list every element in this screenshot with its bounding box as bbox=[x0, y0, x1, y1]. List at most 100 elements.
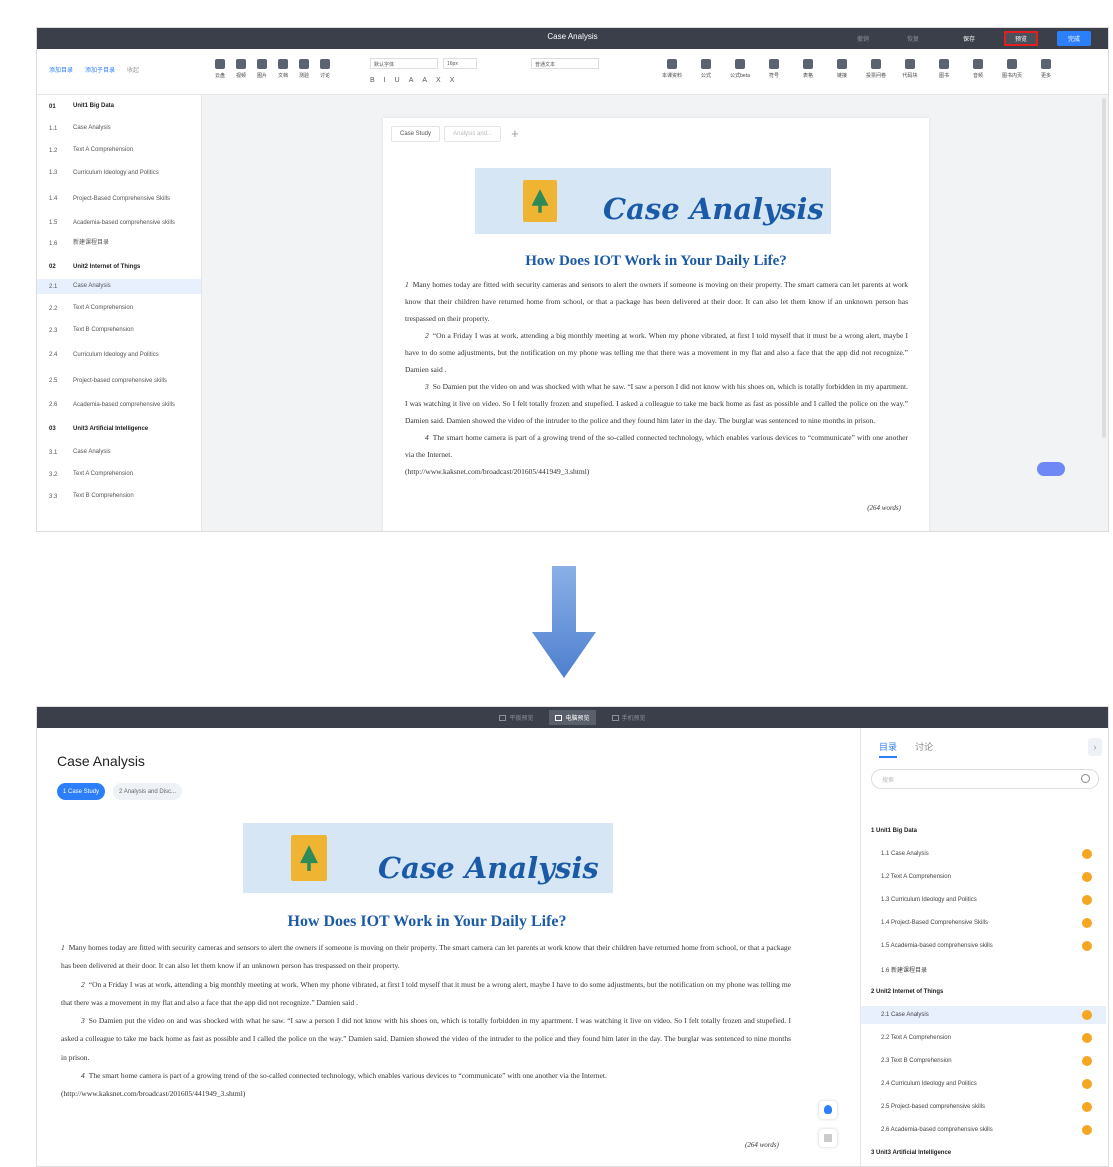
content-tab-case-study[interactable]: Case Study bbox=[391, 126, 441, 142]
rich-tool-button-7[interactable]: 代码块 bbox=[895, 59, 925, 79]
preview-toc-label: 1.5 Academia-based comprehensive skills bbox=[881, 943, 993, 949]
toc-item-2-3[interactable]: 2.3 Text B Comprehension bbox=[37, 323, 201, 338]
assistant-button[interactable] bbox=[1037, 462, 1065, 476]
paragraph-style-select[interactable]: 普通文本 bbox=[531, 58, 599, 69]
collapse-button[interactable]: 收起 bbox=[127, 65, 139, 74]
collapse-panel-icon[interactable]: › bbox=[1088, 738, 1102, 756]
rich-tool-button-8[interactable]: 图书 bbox=[929, 59, 959, 79]
toc-item-3-1[interactable]: 3.1 Case Analysis bbox=[37, 445, 201, 460]
preview-toc-item-13[interactable]: 2.6 Academia-based comprehensive skills bbox=[861, 1121, 1106, 1139]
tool-button-4[interactable]: 测验 bbox=[293, 59, 315, 79]
desktop-preview-tab[interactable]: 电脑预览 bbox=[549, 710, 596, 725]
section-tab-case-study[interactable]: 1 Case Study bbox=[57, 783, 106, 800]
redo-button[interactable]: 恢复 bbox=[899, 31, 927, 46]
preview-toc-item-11[interactable]: 2.4 Curriculum Ideology and Politics bbox=[861, 1075, 1106, 1093]
preview-toc-item-12[interactable]: 2.5 Project-based comprehensive skills bbox=[861, 1098, 1106, 1116]
done-button[interactable]: 完成 bbox=[1057, 31, 1091, 46]
preview-toc-item-1[interactable]: 1.1 Case Analysis bbox=[861, 845, 1106, 863]
article-body: 1 Many homes today are fitted with securi… bbox=[405, 276, 908, 480]
rich-tool-icon-0 bbox=[667, 59, 677, 69]
format-button-1[interactable]: I bbox=[384, 77, 386, 84]
toc-item-2-2[interactable]: 2.2 Text A Comprehension bbox=[37, 301, 201, 316]
tool-button-5[interactable]: 讨论 bbox=[314, 59, 336, 79]
rich-tool-button-10[interactable]: 图书内页 bbox=[997, 59, 1027, 79]
save-button[interactable]: 保存 bbox=[955, 31, 983, 46]
toc-item-1-3[interactable]: 1.3 Curriculum Ideology and Politics bbox=[37, 163, 201, 183]
toc-item-1-2[interactable]: 1.2 Text A Comprehension bbox=[37, 143, 201, 158]
toc-item-1-5[interactable]: 1.5 Academia-based comprehensive skills bbox=[37, 213, 201, 233]
status-dot-icon bbox=[1082, 1033, 1092, 1043]
rich-tool-label-7: 代码块 bbox=[902, 73, 918, 79]
toc-item-2-6[interactable]: 2.6 Academia-based comprehensive skills bbox=[37, 395, 201, 415]
toc-item-2-5[interactable]: 2.5 Project-based comprehensive skills bbox=[37, 371, 201, 391]
tool-icon-5 bbox=[320, 59, 330, 69]
toc-item-2-1[interactable]: 2.1 Case Analysis bbox=[37, 279, 201, 294]
editor-paragraph-text: The smart home camera is part of a growi… bbox=[405, 433, 908, 459]
toc-item-label: Project-based comprehensive skills bbox=[73, 377, 168, 384]
toc-item-1-1[interactable]: 1.1 Case Analysis bbox=[37, 121, 201, 136]
preview-toc-item-6[interactable]: 1.6 新建课程目录 bbox=[861, 960, 1106, 978]
rich-tool-button-0[interactable]: 本课资料 bbox=[657, 59, 687, 79]
format-button-3[interactable]: A bbox=[409, 77, 414, 84]
qr-code-icon[interactable] bbox=[819, 1129, 837, 1147]
add-tab-icon[interactable]: + bbox=[511, 126, 519, 142]
preview-toc-item-14[interactable]: 3 Unit3 Artificial Intelligence bbox=[861, 1144, 1106, 1162]
font-family-select[interactable]: 默认字体 bbox=[370, 58, 438, 69]
preview-paragraph-number: 2 bbox=[81, 979, 85, 989]
side-tab-toc[interactable]: 目录 bbox=[879, 740, 898, 758]
rich-tool-icon-6 bbox=[871, 59, 881, 69]
section-tab-analysis[interactable]: 2 Analysis and Disc... bbox=[113, 783, 183, 800]
tool-button-2[interactable]: 图片 bbox=[251, 59, 273, 79]
rich-tool-button-4[interactable]: 表格 bbox=[793, 59, 823, 79]
toc-item-3-3[interactable]: 3.3 Text B Comprehension bbox=[37, 489, 201, 504]
rich-tool-button-3[interactable]: 符号 bbox=[759, 59, 789, 79]
mobile-preview-tab[interactable]: 手机预览 bbox=[606, 710, 652, 725]
rich-tool-icon-1 bbox=[701, 59, 711, 69]
toc-item-02[interactable]: 02 Unit2 Internet of Things bbox=[37, 257, 201, 277]
toc-item-3-2[interactable]: 3.2 Text A Comprehension bbox=[37, 467, 201, 482]
preview-toc-item-2[interactable]: 1.2 Text A Comprehension bbox=[861, 868, 1106, 886]
status-dot-icon bbox=[1082, 849, 1092, 859]
preview-button[interactable]: 预览 bbox=[1004, 31, 1038, 46]
preview-toc-item-5[interactable]: 1.5 Academia-based comprehensive skills bbox=[861, 937, 1106, 955]
toc-item-1-4[interactable]: 1.4 Project-Based Comprehensive Skills bbox=[37, 189, 201, 209]
rich-tool-button-9[interactable]: 音频 bbox=[963, 59, 993, 79]
rich-tool-button-2[interactable]: 公式beta bbox=[725, 59, 755, 79]
book-icon bbox=[291, 835, 327, 881]
assistant-fab-icon[interactable] bbox=[819, 1101, 837, 1119]
editor-scrollbar[interactable] bbox=[1102, 98, 1106, 438]
font-size-select[interactable]: 16px bbox=[443, 58, 477, 69]
format-button-6[interactable]: X bbox=[450, 77, 455, 84]
preview-toc-item-3[interactable]: 1.3 Curriculum Ideology and Politics bbox=[861, 891, 1106, 909]
tool-button-3[interactable]: 文档 bbox=[272, 59, 294, 79]
toc-item-01[interactable]: 01 Unit1 Big Data bbox=[37, 99, 201, 114]
format-button-2[interactable]: U bbox=[395, 77, 400, 84]
content-tab-analysis[interactable]: Analysis and... bbox=[444, 126, 502, 142]
undo-button[interactable]: 撤销 bbox=[849, 31, 877, 46]
add-directory-button[interactable]: 添加目录 bbox=[49, 65, 73, 74]
rich-tool-button-11[interactable]: 更多 bbox=[1031, 59, 1061, 79]
editor-canvas[interactable]: Case Study Analysis and... + Case Analys… bbox=[383, 118, 929, 531]
rich-tool-button-6[interactable]: 投票问卷 bbox=[861, 59, 891, 79]
preview-toc-item-4[interactable]: 1.4 Project-Based Comprehensive Skills bbox=[861, 914, 1106, 932]
toc-item-1-6[interactable]: 1.6 新建课程目录 bbox=[37, 236, 201, 251]
tool-button-0[interactable]: 云盘 bbox=[209, 59, 231, 79]
preview-toc-item-0[interactable]: 1 Unit1 Big Data bbox=[861, 822, 1106, 840]
toc-item-2-4[interactable]: 2.4 Curriculum Ideology and Politics bbox=[37, 345, 201, 365]
format-button-4[interactable]: A bbox=[422, 77, 427, 84]
format-button-0[interactable]: B bbox=[370, 77, 375, 84]
add-subdirectory-button[interactable]: 添加子目录 bbox=[85, 65, 115, 74]
preview-toc-item-7[interactable]: 2 Unit2 Internet of Things bbox=[861, 983, 1106, 1001]
rich-tool-button-1[interactable]: 公式 bbox=[691, 59, 721, 79]
preview-banner: Case Analysis bbox=[243, 823, 613, 893]
preview-toc-item-8[interactable]: 2.1 Case Analysis bbox=[861, 1006, 1106, 1024]
preview-toc-item-9[interactable]: 2.2 Text A Comprehension bbox=[861, 1029, 1106, 1047]
side-tab-discussion[interactable]: 讨论 bbox=[915, 740, 933, 758]
rich-tool-button-5[interactable]: 链接 bbox=[827, 59, 857, 79]
preview-toc-item-10[interactable]: 2.3 Text B Comprehension bbox=[861, 1052, 1106, 1070]
toc-search-input[interactable]: 搜索 bbox=[871, 769, 1099, 789]
tablet-preview-tab[interactable]: 平板预览 bbox=[493, 710, 539, 725]
format-button-5[interactable]: X bbox=[436, 77, 441, 84]
toc-item-03[interactable]: 03 Unit3 Artificial Intelligence bbox=[37, 419, 201, 439]
tool-button-1[interactable]: 视频 bbox=[230, 59, 252, 79]
